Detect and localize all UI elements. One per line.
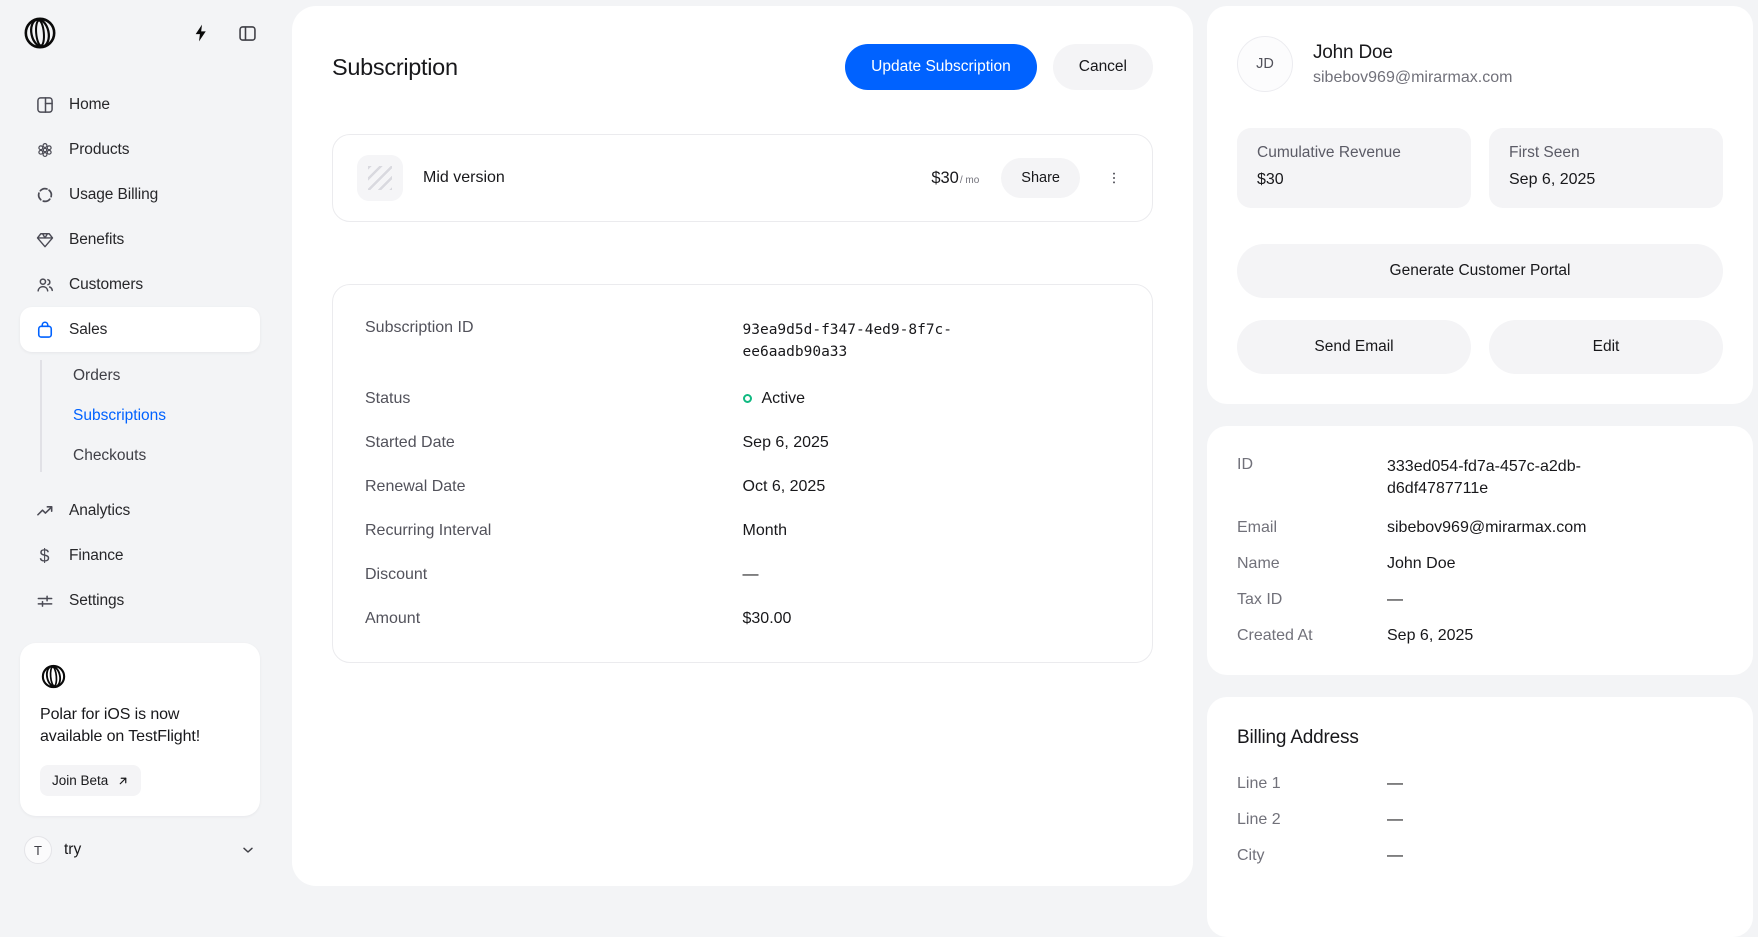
chevron-down-icon bbox=[240, 842, 256, 858]
status-active-icon bbox=[743, 394, 752, 403]
edit-button[interactable]: Edit bbox=[1489, 320, 1723, 374]
sidebar-toggle-button[interactable] bbox=[235, 21, 260, 46]
sidebar-item-label: Home bbox=[69, 96, 110, 114]
billing-row: City — bbox=[1237, 847, 1723, 865]
sidebar-item-customers[interactable]: Customers bbox=[20, 262, 260, 307]
detail-row: Renewal Date Oct 6, 2025 bbox=[365, 478, 1120, 496]
usage-billing-icon bbox=[34, 184, 55, 205]
customers-icon bbox=[34, 274, 55, 295]
product-name: Mid version bbox=[423, 169, 505, 187]
share-button[interactable]: Share bbox=[1001, 158, 1080, 198]
sidebar-item-label: Benefits bbox=[69, 231, 124, 249]
sidebar-item-sales[interactable]: Sales bbox=[20, 307, 260, 352]
detail-row: Status Active bbox=[365, 390, 1120, 408]
cancel-button[interactable]: Cancel bbox=[1053, 44, 1153, 90]
customer-detail-row: Tax ID — bbox=[1237, 591, 1723, 609]
customer-detail-row: Email sibebov969@mirarmax.com bbox=[1237, 519, 1723, 537]
polar-logo[interactable] bbox=[22, 15, 58, 51]
promo-text: Polar for iOS is now available on TestFl… bbox=[40, 704, 240, 749]
sidebar-item-benefits[interactable]: Benefits bbox=[20, 217, 260, 262]
customer-details-card: ID 333ed054-fd7a-457c-a2db-d6df4787711e … bbox=[1207, 426, 1753, 675]
detail-row: Started Date Sep 6, 2025 bbox=[365, 434, 1120, 452]
customer-id-value: 333ed054-fd7a-457c-a2db-d6df4787711e bbox=[1387, 456, 1589, 501]
sidebar-item-home[interactable]: Home bbox=[20, 82, 260, 127]
sidebar-item-label: Customers bbox=[69, 276, 143, 294]
home-icon bbox=[34, 94, 55, 115]
detail-row: Amount $30.00 bbox=[365, 610, 1120, 628]
sidebar-item-label: Products bbox=[69, 141, 129, 159]
sidebar-nav: Home Products Usage Bill bbox=[20, 82, 260, 623]
sidebar-header bbox=[20, 14, 260, 52]
org-avatar: T bbox=[24, 836, 52, 864]
analytics-icon bbox=[34, 500, 55, 521]
sidebar-item-usage-billing[interactable]: Usage Billing bbox=[20, 172, 260, 217]
sidebar-item-analytics[interactable]: Analytics bbox=[20, 488, 260, 533]
sidebar-item-label: Sales bbox=[69, 321, 107, 339]
detail-row: Discount — bbox=[365, 566, 1120, 584]
sidebar-item-checkouts[interactable]: Checkouts bbox=[20, 436, 260, 476]
billing-row: Line 1 — bbox=[1237, 775, 1723, 793]
customer-card: JD John Doe sibebov969@mirarmax.com Cumu… bbox=[1207, 6, 1753, 404]
subscription-details-card: Subscription ID 93ea9d5d-f347-4ed9-8f7c-… bbox=[332, 284, 1153, 663]
generate-customer-portal-button[interactable]: Generate Customer Portal bbox=[1237, 244, 1723, 298]
product-price: $30/ mo bbox=[931, 169, 979, 188]
customer-email: sibebov969@mirarmax.com bbox=[1313, 69, 1512, 87]
kebab-menu-button[interactable] bbox=[1106, 170, 1122, 186]
stat-tile-cumulative-revenue: Cumulative Revenue $30 bbox=[1237, 128, 1471, 208]
placeholder-stripes-icon bbox=[368, 166, 392, 190]
page-title: Subscription bbox=[332, 54, 458, 81]
stat-tile-first-seen: First Seen Sep 6, 2025 bbox=[1489, 128, 1723, 208]
detail-row: Recurring Interval Month bbox=[365, 522, 1120, 540]
sales-subnav: Orders Subscriptions Checkouts bbox=[20, 356, 260, 476]
billing-address-card: Billing Address Line 1 — Line 2 — City — bbox=[1207, 697, 1753, 937]
subscription-main-panel: Subscription Update Subscription Cancel … bbox=[292, 6, 1193, 886]
sidebar-item-label: Analytics bbox=[69, 502, 130, 520]
sidebar-item-label: Usage Billing bbox=[69, 186, 158, 204]
status-value: Active bbox=[762, 390, 806, 408]
detail-row: Subscription ID 93ea9d5d-f347-4ed9-8f7c-… bbox=[365, 319, 1120, 364]
org-switcher[interactable]: T try bbox=[20, 836, 260, 864]
send-email-button[interactable]: Send Email bbox=[1237, 320, 1471, 374]
org-name: try bbox=[64, 841, 81, 859]
products-icon bbox=[34, 139, 55, 160]
benefits-icon bbox=[34, 229, 55, 250]
app-window: Home Products Usage Bill bbox=[0, 0, 1758, 886]
sidebar-item-products[interactable]: Products bbox=[20, 127, 260, 172]
customer-detail-row: ID 333ed054-fd7a-457c-a2db-d6df4787711e bbox=[1237, 456, 1723, 501]
sidebar-item-subscriptions[interactable]: Subscriptions bbox=[20, 396, 260, 436]
sales-bag-icon bbox=[34, 319, 55, 340]
sidebar-item-settings[interactable]: Settings bbox=[20, 578, 260, 623]
polar-logo-small bbox=[40, 663, 240, 690]
customer-sidebar: JD John Doe sibebov969@mirarmax.com Cumu… bbox=[1207, 6, 1753, 886]
settings-sliders-icon bbox=[34, 590, 55, 611]
customer-stats: Cumulative Revenue $30 First Seen Sep 6,… bbox=[1237, 128, 1723, 208]
sidebar-item-orders[interactable]: Orders bbox=[20, 356, 260, 396]
price-interval: / mo bbox=[960, 175, 979, 186]
promo-card: Polar for iOS is now available on TestFl… bbox=[20, 643, 260, 816]
billing-row: Line 2 — bbox=[1237, 811, 1723, 829]
subnav-indent-line bbox=[40, 360, 42, 472]
customer-avatar: JD bbox=[1237, 36, 1293, 92]
update-subscription-button[interactable]: Update Subscription bbox=[845, 44, 1037, 90]
events-lightning-button[interactable] bbox=[189, 21, 213, 45]
finance-dollar-icon: $ bbox=[34, 545, 55, 566]
product-thumbnail bbox=[357, 155, 403, 201]
join-beta-button[interactable]: Join Beta bbox=[40, 765, 141, 796]
customer-detail-row: Created At Sep 6, 2025 bbox=[1237, 627, 1723, 645]
arrow-up-right-icon bbox=[117, 775, 129, 787]
sidebar: Home Products Usage Bill bbox=[0, 0, 292, 886]
sidebar-item-finance[interactable]: $ Finance bbox=[20, 533, 260, 578]
main-header: Subscription Update Subscription Cancel bbox=[332, 44, 1153, 90]
sidebar-item-label: Finance bbox=[69, 547, 123, 565]
customer-header: JD John Doe sibebov969@mirarmax.com bbox=[1237, 36, 1723, 92]
sidebar-item-label: Settings bbox=[69, 592, 124, 610]
subscription-id-value: 93ea9d5d-f347-4ed9-8f7c-ee6aadb90a33 bbox=[743, 319, 955, 364]
customer-detail-row: Name John Doe bbox=[1237, 555, 1723, 573]
billing-address-title: Billing Address bbox=[1237, 727, 1723, 749]
product-row[interactable]: Mid version $30/ mo Share bbox=[332, 134, 1153, 222]
customer-name: John Doe bbox=[1313, 42, 1512, 64]
